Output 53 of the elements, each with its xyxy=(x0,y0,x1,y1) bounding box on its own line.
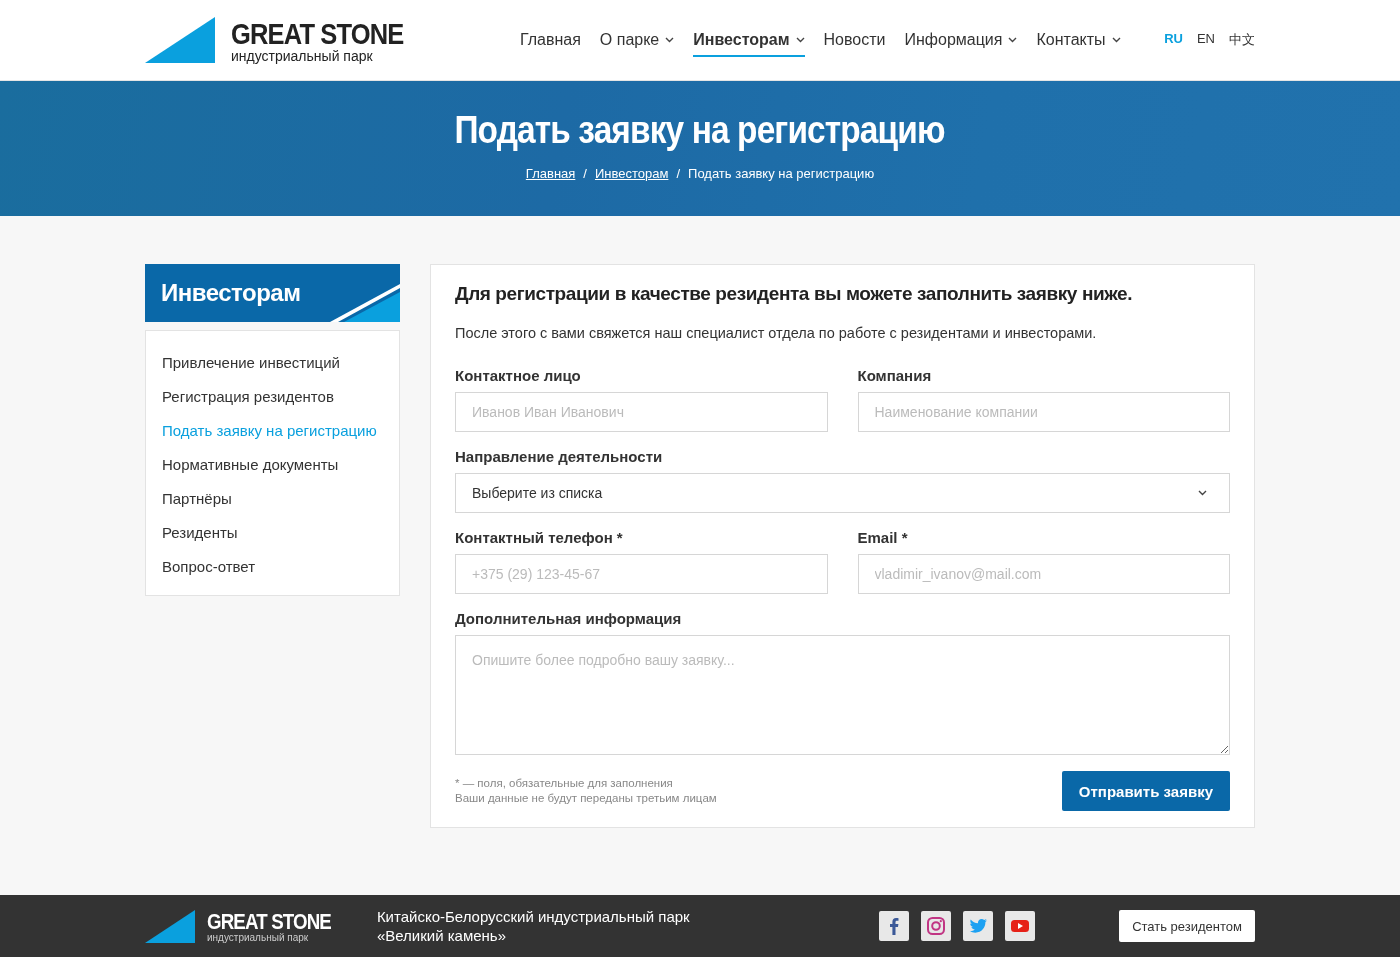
bird-icon[interactable] xyxy=(963,911,994,941)
form-heading: Для регистрации в качестве резидента вы можете заполнить заявку ниже. xyxy=(455,283,1134,305)
caret-icon xyxy=(1198,490,1207,496)
nav-link[interactable]: Инвесторам xyxy=(693,23,805,57)
sidebar-title: Инвесторам xyxy=(161,279,301,307)
footer-text: Китайско-Белорусский индустриальный парк xyxy=(376,907,690,926)
logo-triangle-icon xyxy=(145,909,195,943)
sidebar-link[interactable]: Партнёры xyxy=(162,489,383,509)
logo-subtitle: индустриальный парк xyxy=(207,932,310,943)
instagram-icon[interactable] xyxy=(921,911,952,941)
nav-link[interactable]: Информация xyxy=(904,23,1018,57)
text-area[interactable]: Опишите более подробно вашу заявку... xyxy=(455,635,1230,755)
nav-link[interactable]: О парке xyxy=(599,23,675,57)
logo-title: GREAT STONE xyxy=(207,910,331,933)
sidebar-link[interactable]: Нормативные документы xyxy=(162,455,383,475)
sidebar-link[interactable]: Регистрация резидентов xyxy=(162,387,383,407)
sidebar-link[interactable]: Вопрос-ответ xyxy=(162,557,383,577)
language-link[interactable]: 中文 xyxy=(1229,31,1255,49)
form-intro: После этого с вами свяжется наш специалист отдела по работе с резидентами и инвесторами. xyxy=(455,325,1098,341)
field-label: Контактный телефон * xyxy=(455,529,624,546)
nav-link[interactable]: Новости xyxy=(823,23,886,57)
logo-subtitle: индустриальный парк xyxy=(231,49,374,63)
input-field[interactable]: +375 (29) 123-45-67 xyxy=(455,554,828,594)
stripe-icon xyxy=(330,284,400,322)
field-label: Компания xyxy=(857,367,933,384)
form-note: * — поля, обязательные для заполнения xyxy=(455,776,674,791)
become-resident-button[interactable]: Стать резидентом xyxy=(1119,910,1255,942)
field-label: Дополнительная информация xyxy=(455,610,683,627)
submit-button[interactable]: Отправить заявку xyxy=(1061,771,1230,811)
sidebar-link[interactable]: Резиденты xyxy=(162,523,383,543)
logo-triangle-icon xyxy=(145,17,215,63)
input-field[interactable]: vladimir_ivanov@mail.com xyxy=(857,554,1230,594)
field-label: Направление деятельности xyxy=(455,448,664,465)
breadcrumb-link[interactable]: Инвесторам xyxy=(594,166,669,181)
field-label: Email * xyxy=(857,529,909,546)
field-label: Контактное лицо xyxy=(455,367,582,384)
breadcrumb-current: Подать заявку на регистрацию xyxy=(688,166,875,181)
select-field[interactable]: Выберите из списка xyxy=(455,473,1230,513)
breadcrumb-separator: / xyxy=(676,166,681,181)
facebook-icon[interactable] xyxy=(879,911,910,941)
logo-title: GREAT STONE xyxy=(231,19,404,49)
breadcrumb-separator: / xyxy=(583,166,587,181)
nav-link[interactable]: Контакты xyxy=(1036,23,1121,57)
footer-text: «Великий камень» xyxy=(376,926,507,945)
breadcrumb-link[interactable]: Главная xyxy=(525,166,576,181)
form-note: Ваши данные не будут переданы третьим лицам xyxy=(455,791,717,806)
sidebar-link[interactable]: Привлечение инвестиций xyxy=(162,353,383,373)
page-title: Подать заявку на регистрацию xyxy=(454,109,946,152)
nav-link[interactable]: Главная xyxy=(519,23,581,57)
input-field[interactable]: Наименование компании xyxy=(857,392,1230,432)
language-link[interactable]: EN xyxy=(1196,31,1215,49)
video-play-icon[interactable] xyxy=(1005,911,1036,941)
input-field[interactable]: Иванов Иван Иванович xyxy=(455,392,828,432)
